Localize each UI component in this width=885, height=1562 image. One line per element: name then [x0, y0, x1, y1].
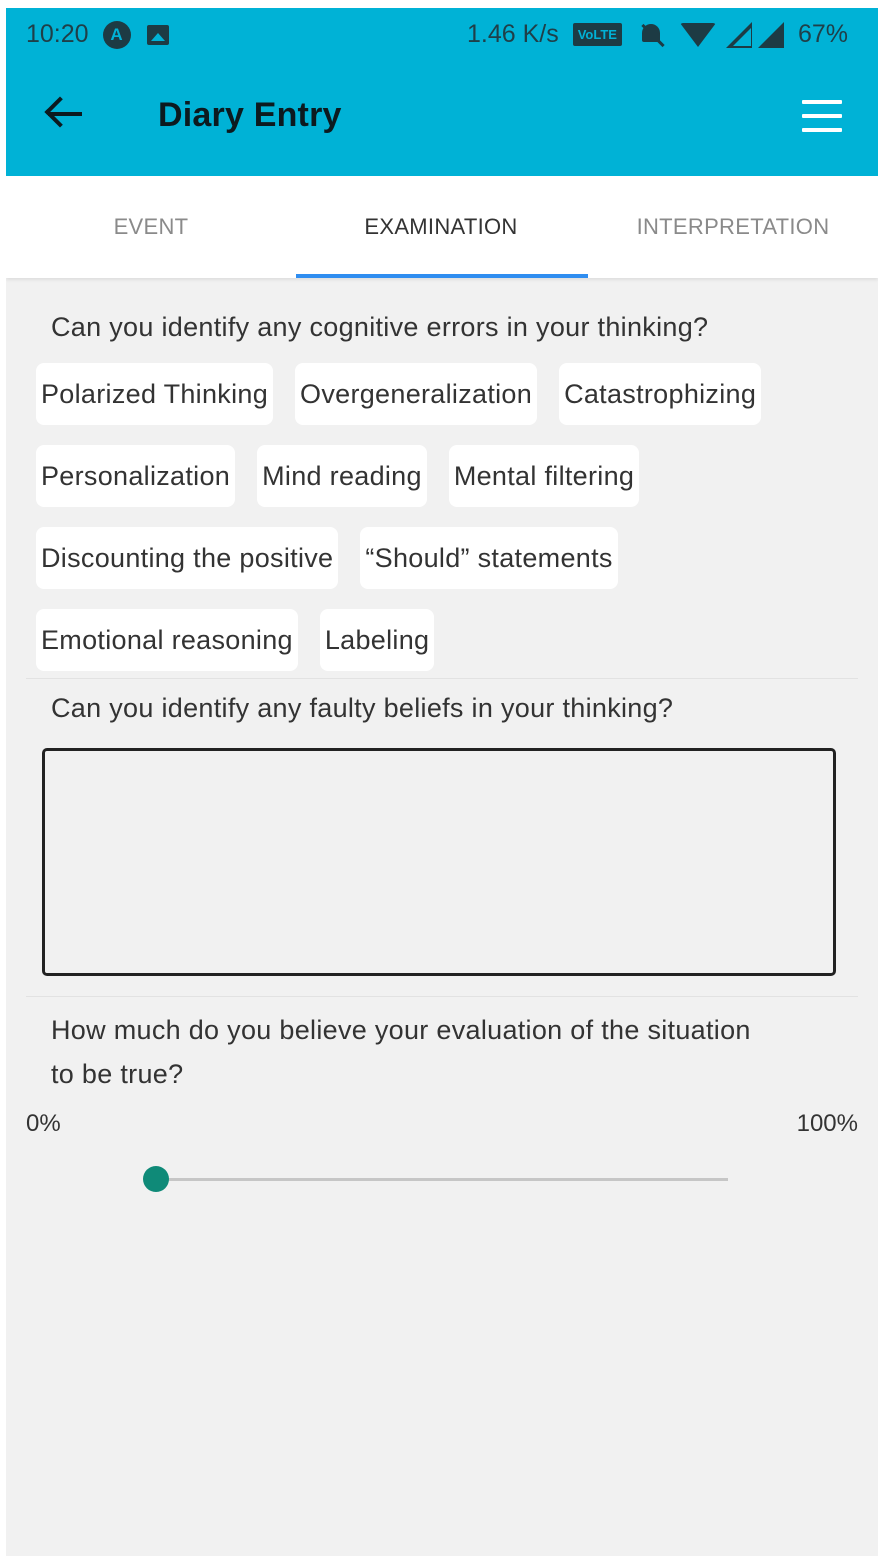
- slider-track[interactable]: [156, 1178, 728, 1181]
- belief-rating-slider[interactable]: [143, 1166, 728, 1194]
- chip-personalization[interactable]: Personalization: [36, 445, 236, 507]
- bell-off-icon: [638, 22, 664, 48]
- chip-overgeneralization[interactable]: Overgeneralization: [295, 363, 538, 425]
- back-arrow-icon[interactable]: [42, 90, 90, 138]
- tab-examination[interactable]: EXAMINATION: [296, 176, 586, 278]
- a-circle-icon: A: [102, 20, 131, 49]
- page-title: Diary Entry: [158, 96, 342, 134]
- status-bar: 10:20 A 1.46 K/s VoLTE 67%: [6, 8, 878, 60]
- tab-bar: EVENT EXAMINATION INTERPRETATION: [6, 176, 878, 278]
- chip-emotional-reasoning[interactable]: Emotional reasoning: [36, 609, 298, 671]
- faulty-beliefs-question: Can you identify any faulty beliefs in y…: [51, 693, 674, 723]
- faulty-beliefs-input[interactable]: [42, 748, 836, 976]
- slider-max-label: 100%: [796, 1110, 858, 1137]
- slider-min-label: 0%: [26, 1110, 61, 1137]
- tab-event[interactable]: EVENT: [6, 176, 296, 278]
- divider: [26, 678, 858, 679]
- chip-row: Emotional reasoning Labeling: [36, 609, 856, 671]
- status-time: 10:20: [26, 20, 89, 48]
- chip-row: Polarized Thinking Overgeneralization Ca…: [36, 363, 856, 425]
- chip-labeling[interactable]: Labeling: [319, 609, 435, 671]
- chip-should-statements[interactable]: “Should” statements: [360, 527, 618, 589]
- tab-indicator: [296, 274, 588, 278]
- chip-discounting-the-positive[interactable]: Discounting the positive: [36, 527, 339, 589]
- chip-row: Personalization Mind reading Mental filt…: [36, 445, 856, 507]
- app-screen: 10:20 A 1.46 K/s VoLTE 67% Diary Entry E…: [6, 8, 878, 1556]
- slider-thumb[interactable]: [143, 1166, 169, 1192]
- cognitive-error-chips: Polarized Thinking Overgeneralization Ca…: [36, 363, 856, 691]
- signal-full-icon: [757, 21, 784, 48]
- chip-row: Discounting the positive “Should” statem…: [36, 527, 856, 589]
- wifi-icon: [679, 22, 716, 47]
- network-speed: 1.46 K/s: [466, 20, 559, 48]
- chip-polarized-thinking[interactable]: Polarized Thinking: [36, 363, 274, 425]
- chip-mental-filtering[interactable]: Mental filtering: [448, 445, 640, 507]
- app-bar: 10:20 A 1.46 K/s VoLTE 67% Diary Entry: [6, 8, 878, 176]
- image-icon: [146, 24, 169, 45]
- chip-catastrophizing[interactable]: Catastrophizing: [559, 363, 762, 425]
- belief-rating-question: How much do you believe your evaluation …: [51, 1015, 751, 1089]
- divider: [26, 996, 858, 997]
- tab-interpretation[interactable]: INTERPRETATION: [588, 176, 878, 278]
- chip-mind-reading[interactable]: Mind reading: [257, 445, 427, 507]
- signal-icon: [725, 21, 752, 48]
- volte-badge: VoLTE: [572, 23, 622, 46]
- cognitive-errors-question: Can you identify any cognitive errors in…: [51, 312, 709, 342]
- menu-icon[interactable]: [802, 100, 842, 132]
- toolbar: Diary Entry: [6, 60, 878, 176]
- battery-level: 67%: [797, 20, 848, 48]
